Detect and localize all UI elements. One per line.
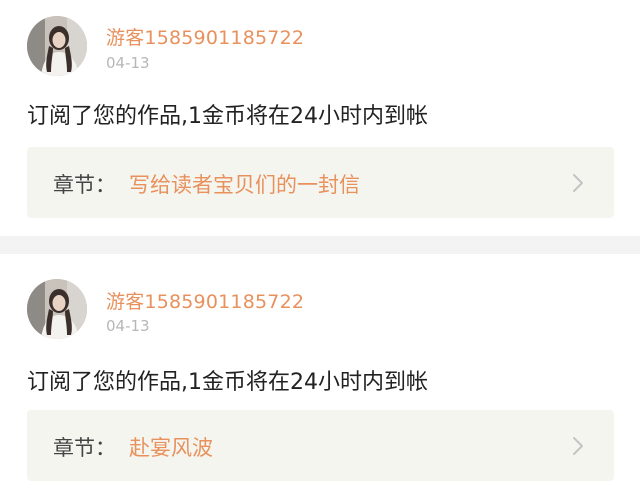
card-divider (0, 236, 640, 254)
notification-card: 游客1585901185722 04-13 订阅了您的作品,1金币将在24小时内… (0, 0, 640, 236)
username[interactable]: 游客1585901185722 (106, 287, 304, 314)
timestamp: 04-13 (106, 317, 150, 335)
timestamp: 04-13 (106, 54, 150, 72)
avatar[interactable] (27, 16, 87, 76)
notification-message: 订阅了您的作品,1金币将在24小时内到帐 (27, 370, 428, 395)
chapter-link[interactable]: 章节： 写给读者宝贝们的一封信 (27, 147, 614, 218)
chapter-label: 章节： (53, 173, 116, 197)
user-avatar-icon (27, 279, 87, 339)
chapter-title: 写给读者宝贝们的一封信 (129, 173, 360, 197)
notification-feed: 游客1585901185722 04-13 订阅了您的作品,1金币将在24小时内… (0, 0, 640, 502)
user-avatar-icon (27, 16, 87, 76)
chapter-label: 章节： (53, 436, 116, 460)
chapter-title: 赴宴风波 (129, 436, 213, 460)
notification-card: 游客1585901185722 04-13 订阅了您的作品,1金币将在24小时内… (0, 254, 640, 502)
chevron-right-icon (573, 437, 583, 455)
chapter-link[interactable]: 章节： 赴宴风波 (27, 410, 614, 481)
chevron-right-icon (573, 174, 583, 192)
avatar[interactable] (27, 279, 87, 339)
username[interactable]: 游客1585901185722 (106, 23, 304, 50)
notification-message: 订阅了您的作品,1金币将在24小时内到帐 (27, 104, 428, 129)
